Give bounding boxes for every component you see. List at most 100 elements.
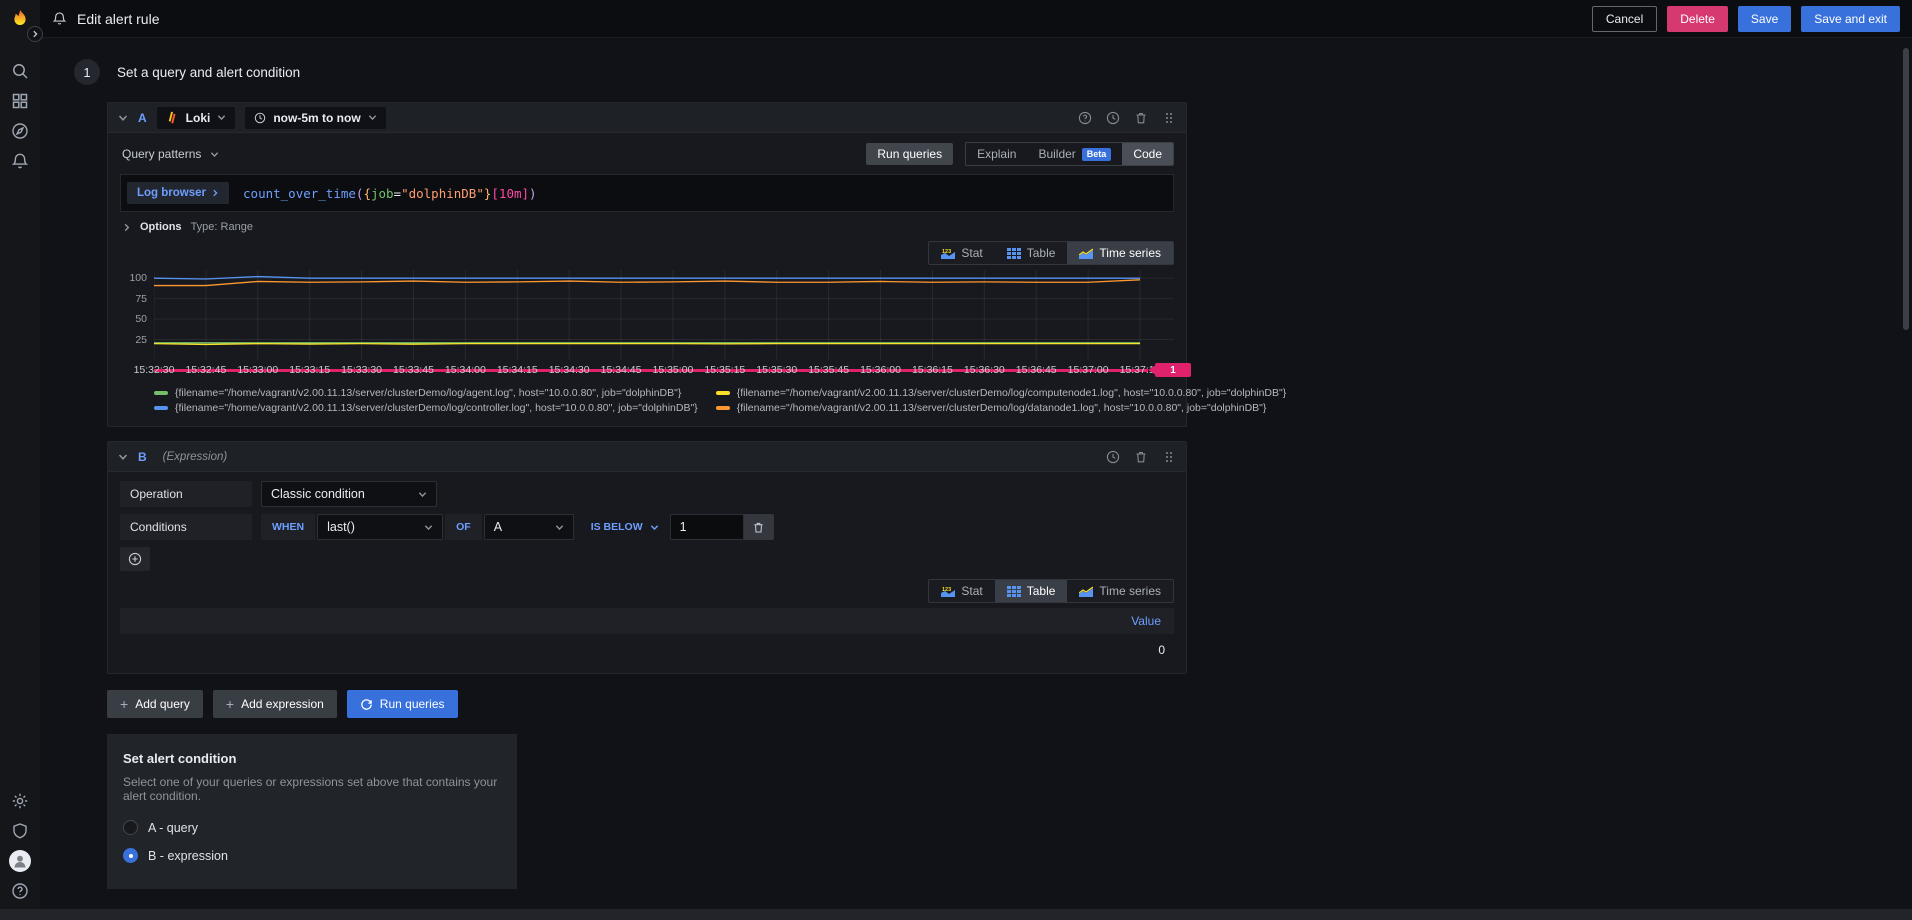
viz-tab-stat[interactable]: 123 Stat	[929, 242, 994, 264]
x-tick-label: 15:35:30	[756, 364, 798, 376]
help-circle-icon[interactable]	[1078, 111, 1092, 125]
radio-label: A - query	[148, 820, 199, 835]
alerting-bell-icon[interactable]	[0, 146, 40, 176]
x-tick-label: 15:36:45	[1015, 364, 1057, 376]
result-table-header[interactable]: Value	[120, 608, 1174, 634]
explain-toggle[interactable]: Explain	[966, 143, 1027, 165]
timeseries-icon	[1079, 247, 1094, 259]
legend-label: {filename="/home/vagrant/v2.00.11.13/ser…	[175, 387, 682, 399]
search-icon[interactable]	[0, 56, 40, 86]
operation-select[interactable]: Classic condition	[261, 481, 437, 507]
radio-a-query[interactable]: A - query	[123, 820, 501, 835]
step-1-title: Set a query and alert condition	[117, 64, 301, 80]
add-condition-button[interactable]	[120, 547, 150, 571]
explore-compass-icon[interactable]	[0, 116, 40, 146]
chart-legend: {filename="/home/vagrant/v2.00.11.13/ser…	[154, 387, 1286, 414]
run-queries-button[interactable]: Run queries	[346, 690, 458, 718]
loki-logo-icon	[168, 111, 176, 124]
trash-icon[interactable]	[1134, 450, 1148, 464]
evaluator-select[interactable]: IS BELOW	[582, 514, 668, 540]
beta-badge: Beta	[1081, 147, 1112, 161]
server-admin-shield-icon[interactable]	[0, 816, 40, 846]
clock-icon	[255, 112, 266, 123]
legend-item[interactable]: {filename="/home/vagrant/v2.00.11.13/ser…	[154, 387, 698, 399]
user-avatar[interactable]	[0, 846, 40, 876]
legend-item[interactable]: {filename="/home/vagrant/v2.00.11.13/ser…	[154, 402, 698, 414]
bottom-strip	[0, 909, 1912, 920]
viz-tab-timeseries[interactable]: Time series	[1067, 580, 1173, 602]
refresh-icon	[361, 698, 372, 710]
plot-area[interactable]	[154, 270, 1174, 360]
collapse-chevron-icon[interactable]	[118, 113, 128, 123]
x-tick-label: 15:35:45	[808, 364, 850, 376]
threshold-input[interactable]	[669, 514, 744, 540]
operation-value: Classic condition	[271, 487, 365, 501]
save-and-exit-button[interactable]: Save and exit	[1801, 5, 1900, 32]
delete-button[interactable]: Delete	[1667, 5, 1728, 32]
query-expression[interactable]: count_over_time({job = "dolphinDB"} [10m])	[231, 175, 549, 211]
history-icon[interactable]	[1106, 450, 1120, 464]
help-icon[interactable]	[0, 876, 40, 906]
step-1-number: 1	[74, 59, 100, 85]
x-tick-label: 15:36:00	[860, 364, 901, 376]
expression-subtitle: (Expression)	[162, 450, 228, 463]
drag-handle-icon[interactable]	[1162, 111, 1176, 125]
viz-switcher-a: 123 Stat Table Time series	[928, 241, 1174, 265]
run-queries-small-button[interactable]: Run queries	[866, 143, 954, 165]
query-code-editor[interactable]: Log browser count_over_time({job = "dolphi…	[120, 174, 1174, 212]
radio-b-expression[interactable]: B - expression	[123, 848, 501, 863]
chevron-down-icon	[418, 491, 427, 497]
alert-annotation-marker[interactable]: 1	[1155, 363, 1191, 377]
query-token: count_over_time	[243, 185, 356, 201]
x-tick-label: 15:33:15	[289, 364, 331, 376]
collapse-chevron-icon[interactable]	[118, 452, 128, 462]
chevron-right-icon	[213, 189, 218, 197]
dashboards-icon[interactable]	[0, 86, 40, 116]
configuration-gear-icon[interactable]	[0, 786, 40, 816]
delete-condition-button[interactable]	[743, 514, 774, 540]
x-tick-label: 15:35:00	[652, 364, 694, 376]
add-expression-button[interactable]: + Add expression	[212, 690, 337, 718]
time-range-picker[interactable]: now-5m to now	[245, 106, 386, 129]
save-button[interactable]: Save	[1737, 5, 1792, 32]
query-patterns-label: Query patterns	[122, 147, 202, 161]
query-history-icon[interactable]	[1106, 111, 1120, 125]
datasource-picker[interactable]: Loki	[156, 106, 236, 129]
log-browser-button[interactable]: Log browser	[127, 182, 230, 204]
query-ref-value: A	[493, 520, 503, 534]
legend-swatch	[154, 391, 168, 395]
add-query-button[interactable]: + Add query	[107, 690, 203, 718]
code-toggle[interactable]: Code	[1122, 143, 1173, 165]
viz-tab-table[interactable]: Table	[995, 242, 1068, 264]
svg-text:123: 123	[942, 249, 951, 255]
query-patterns-dropdown[interactable]: Query patterns	[120, 147, 219, 161]
legend-label: {filename="/home/vagrant/v2.00.11.13/ser…	[736, 402, 1267, 414]
result-table-row: 0	[120, 639, 1174, 661]
trash-icon[interactable]	[1134, 111, 1148, 125]
query-options-row[interactable]: Options Type: Range	[122, 221, 1174, 233]
sidebar-expand-button[interactable]	[27, 26, 43, 42]
legend-item[interactable]: {filename="/home/vagrant/v2.00.11.13/ser…	[715, 387, 1286, 399]
radio-button[interactable]	[123, 820, 138, 835]
viz-tab-stat[interactable]: 123 Stat	[929, 580, 994, 602]
chevron-down-icon	[368, 115, 376, 121]
query-token: =	[393, 185, 402, 201]
value-column-header[interactable]: Value	[1131, 614, 1161, 628]
alert-rule-bell-icon	[52, 12, 67, 25]
builder-toggle[interactable]: Builder Beta	[1027, 143, 1122, 165]
result-value: 0	[1158, 643, 1165, 657]
viz-tab-table[interactable]: Table	[994, 580, 1068, 602]
legend-item[interactable]: {filename="/home/vagrant/v2.00.11.13/ser…	[715, 402, 1287, 414]
vertical-scrollbar[interactable]	[1903, 48, 1909, 330]
when-keyword: WHEN	[261, 514, 316, 540]
chevron-down-icon	[218, 115, 226, 121]
reducer-select[interactable]: last()	[317, 514, 444, 540]
page-title-group: Edit alert rule	[52, 11, 159, 27]
query-ref-select[interactable]: A	[483, 514, 574, 540]
cancel-button[interactable]: Cancel	[1591, 5, 1658, 32]
drag-handle-icon[interactable]	[1162, 450, 1176, 464]
query-token: (	[355, 185, 364, 201]
viz-tab-timeseries[interactable]: Time series	[1067, 242, 1173, 264]
legend-swatch	[154, 406, 168, 410]
radio-button[interactable]	[123, 848, 138, 863]
